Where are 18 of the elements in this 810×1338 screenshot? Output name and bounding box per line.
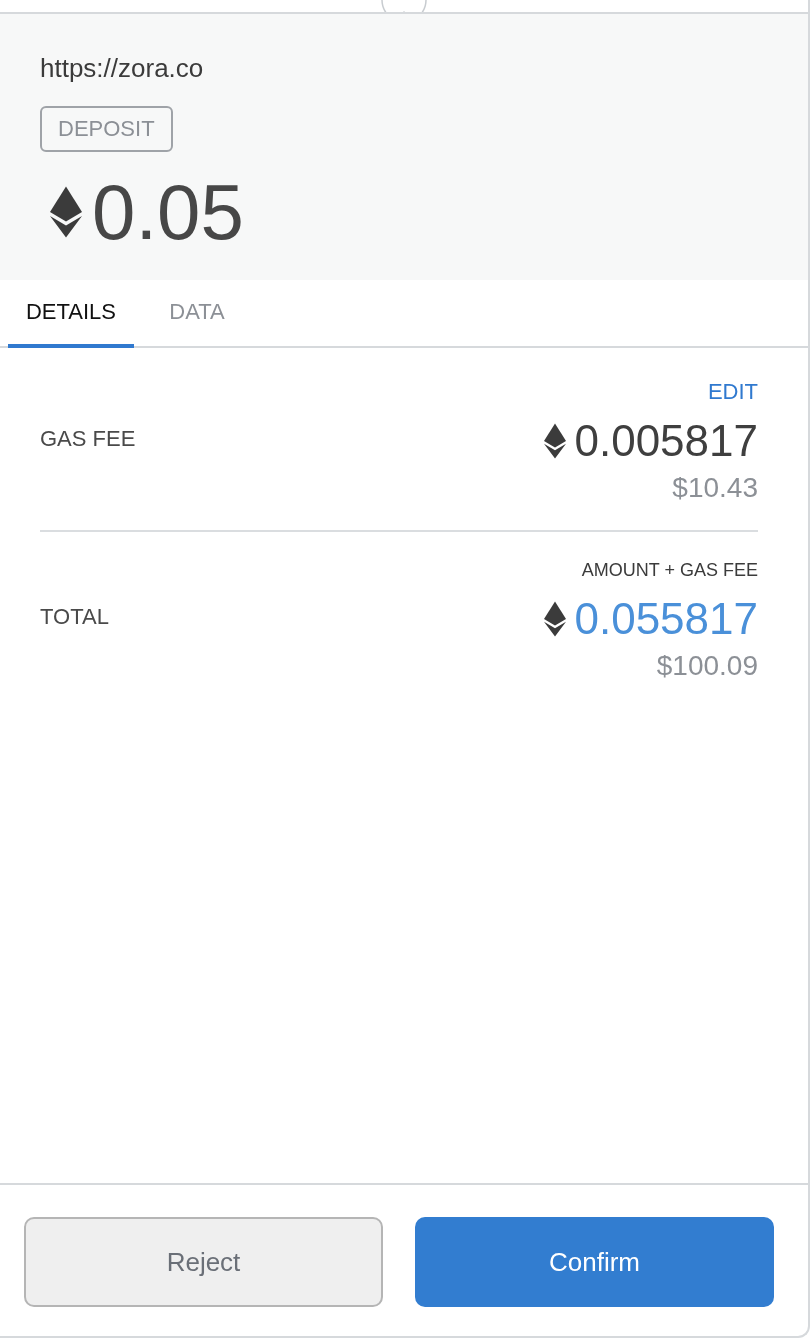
eth-value: 0.005817 — [574, 416, 758, 466]
fiat-value: $100.09 — [656, 650, 758, 682]
confirm-button[interactable]: Confirm — [415, 1217, 774, 1307]
amount-value: 0.05 — [92, 170, 244, 254]
ethereum-icon — [544, 601, 567, 637]
eth-value: 0.055817 — [574, 594, 758, 644]
ethereum-icon — [50, 186, 82, 238]
edit-link[interactable]: EDIT — [707, 378, 758, 406]
row-label: GAS FEE — [40, 426, 136, 452]
reject-button[interactable]: Reject — [24, 1217, 383, 1307]
tab[interactable]: DETAILS — [8, 280, 134, 348]
tab[interactable]: DATA — [134, 280, 260, 348]
ethereum-icon — [544, 423, 567, 459]
origin-url: https://zora.co — [40, 52, 204, 84]
fiat-value: $10.43 — [672, 472, 758, 504]
method-tag: DEPOSIT — [40, 106, 173, 152]
row-label: TOTAL — [40, 604, 109, 630]
total-note: AMOUNT + GAS FEE — [581, 559, 758, 581]
